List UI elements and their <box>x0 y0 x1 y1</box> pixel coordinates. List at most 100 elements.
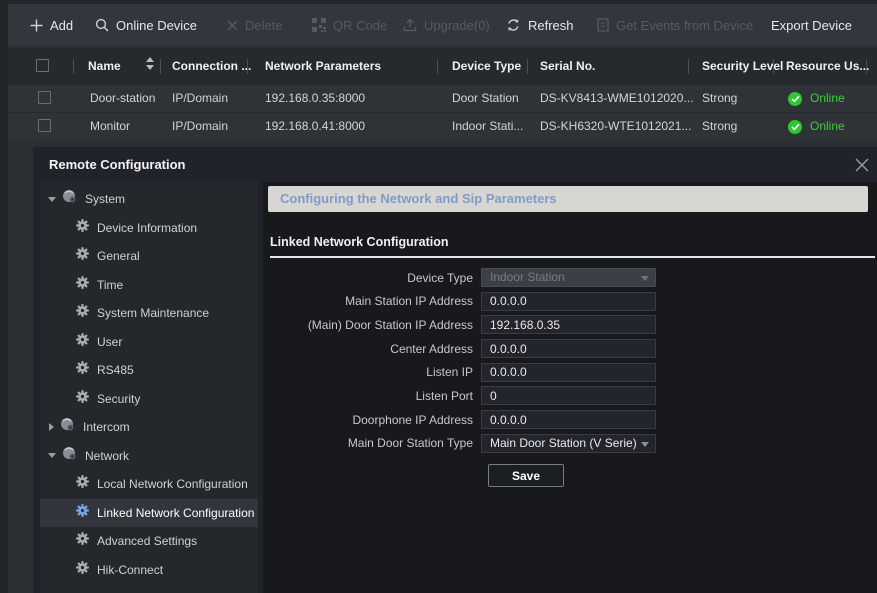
tree-group-system[interactable]: System <box>40 185 258 213</box>
tree-item-system-maintenance[interactable]: System Maintenance <box>40 299 258 327</box>
toolbar-label: Get Events from Device <box>616 18 753 33</box>
device-table-header: Name Connection ... Network Parameters D… <box>8 48 877 85</box>
app-window: Add Online Device Delete QR Code Upgrade… <box>0 0 877 593</box>
cell-security: Strong <box>702 85 737 112</box>
document-icon <box>597 18 609 32</box>
cell-serial: DS-KH6320-WTE1012021... <box>540 113 691 140</box>
tree-item-security[interactable]: Security <box>40 385 258 413</box>
online-check-icon <box>788 120 802 134</box>
column-header-network[interactable]: Network Parameters <box>265 48 381 85</box>
row-checkbox[interactable] <box>38 119 51 132</box>
save-button[interactable]: Save <box>488 464 564 487</box>
form-row: Listen Port <box>268 386 873 405</box>
delete-device-button[interactable]: Delete <box>227 4 283 46</box>
gear-icon <box>76 504 89 522</box>
qr-code-button[interactable]: QR Code <box>312 4 387 46</box>
cell-name: Door-station <box>90 85 155 112</box>
gear-icon <box>76 304 89 322</box>
tree-item-hik-connect[interactable]: Hik-Connect <box>40 556 258 584</box>
column-header-device-type[interactable]: Device Type <box>452 48 521 85</box>
gear-icon <box>76 247 89 265</box>
tree-item-device-information[interactable]: Device Information <box>40 214 258 242</box>
search-icon <box>95 18 109 32</box>
field-label: Center Address <box>268 342 481 356</box>
config-banner: Configuring the Network and Sip Paramete… <box>268 186 868 212</box>
cell-connection: IP/Domain <box>172 85 228 112</box>
center-address-field[interactable] <box>481 339 656 358</box>
column-header-name[interactable]: Name <box>88 48 121 85</box>
tree-group-intercom[interactable]: Intercom <box>40 413 258 441</box>
add-device-button[interactable]: Add <box>30 4 73 46</box>
field-label: Device Type <box>268 271 481 285</box>
gear-icon <box>76 276 89 294</box>
main-door-station-type-select[interactable]: Main Door Station (V Serie) <box>481 434 656 453</box>
listen-port-field[interactable] <box>481 386 656 405</box>
sort-icon[interactable] <box>146 57 154 70</box>
online-status-text: Online <box>810 85 845 112</box>
table-row[interactable]: Monitor IP/Domain 192.168.0.41:8000 Indo… <box>8 113 877 140</box>
form-row: Device Type Indoor Station <box>268 268 873 287</box>
upgrade-button[interactable]: Upgrade(0) <box>403 4 490 46</box>
column-header-serial[interactable]: Serial No. <box>540 48 595 85</box>
column-divider <box>73 59 74 74</box>
listen-ip-field[interactable] <box>481 363 656 382</box>
column-divider <box>247 59 248 74</box>
cell-device-type: Door Station <box>452 85 519 112</box>
column-divider <box>527 59 528 74</box>
tree-group-network[interactable]: Network <box>40 442 258 470</box>
chevron-down-icon <box>48 197 56 202</box>
field-label: Doorphone IP Address <box>268 413 481 427</box>
export-device-button[interactable]: Export Device <box>771 4 852 46</box>
chevron-down-icon <box>48 453 56 458</box>
gear-icon <box>76 475 89 493</box>
tree-item-local-network-configuration[interactable]: Local Network Configuration <box>40 470 258 498</box>
tree-item-user[interactable]: User <box>40 328 258 356</box>
chevron-right-icon <box>49 423 54 431</box>
get-events-button[interactable]: Get Events from Device <box>597 4 753 46</box>
toolbar-label: Export Device <box>771 18 852 33</box>
online-check-icon <box>788 92 802 106</box>
column-divider <box>688 59 689 74</box>
form-row: (Main) Door Station IP Address <box>268 315 873 334</box>
tree-item-rs485[interactable]: RS485 <box>40 356 258 384</box>
tree-item-time[interactable]: Time <box>40 271 258 299</box>
field-label: Listen IP <box>268 365 481 379</box>
column-divider <box>160 59 161 74</box>
tree-item-general[interactable]: General <box>40 242 258 270</box>
column-header-resource[interactable]: Resource Us... <box>786 48 869 85</box>
select-all-checkbox[interactable] <box>36 59 49 72</box>
doorphone-ip-field[interactable] <box>481 410 656 429</box>
toolbar-label: Upgrade(0) <box>424 18 490 33</box>
field-label: Main Door Station Type <box>268 436 481 450</box>
device-toolbar: Add Online Device Delete QR Code Upgrade… <box>8 4 877 46</box>
cell-resource: Online <box>788 85 845 112</box>
cell-network: 192.168.0.41:8000 <box>265 113 365 140</box>
upgrade-icon <box>403 18 417 32</box>
gear-icon <box>76 333 89 351</box>
refresh-button[interactable]: Refresh <box>506 4 574 46</box>
section-title: Linked Network Configuration <box>270 235 448 249</box>
form-row: Main Station IP Address <box>268 292 873 311</box>
tree-item-advanced-settings[interactable]: Advanced Settings <box>40 527 258 555</box>
door-station-ip-field[interactable] <box>481 315 656 334</box>
delete-icon <box>227 20 238 31</box>
gear-icon <box>76 361 89 379</box>
close-icon[interactable] <box>853 156 871 174</box>
online-device-button[interactable]: Online Device <box>95 4 197 46</box>
row-checkbox[interactable] <box>38 91 51 104</box>
column-header-security[interactable]: Security Level <box>702 48 783 85</box>
column-header-connection[interactable]: Connection ... <box>172 48 251 85</box>
cell-name: Monitor <box>90 113 130 140</box>
tree-item-linked-network-configuration[interactable]: Linked Network Configuration <box>40 499 258 527</box>
toolbar-label: Online Device <box>116 18 197 33</box>
window-left-edge <box>0 0 8 593</box>
chevron-down-icon <box>641 442 649 447</box>
cell-serial: DS-KV8413-WME1012020... <box>540 85 693 112</box>
form-row: Listen IP <box>268 363 873 382</box>
toolbar-label: Delete <box>245 18 283 33</box>
intercom-globe-icon <box>60 417 75 437</box>
main-station-ip-field[interactable] <box>481 292 656 311</box>
toolbar-label: Add <box>50 18 73 33</box>
table-row[interactable]: Door-station IP/Domain 192.168.0.35:8000… <box>8 85 877 112</box>
field-label: (Main) Door Station IP Address <box>268 318 481 332</box>
